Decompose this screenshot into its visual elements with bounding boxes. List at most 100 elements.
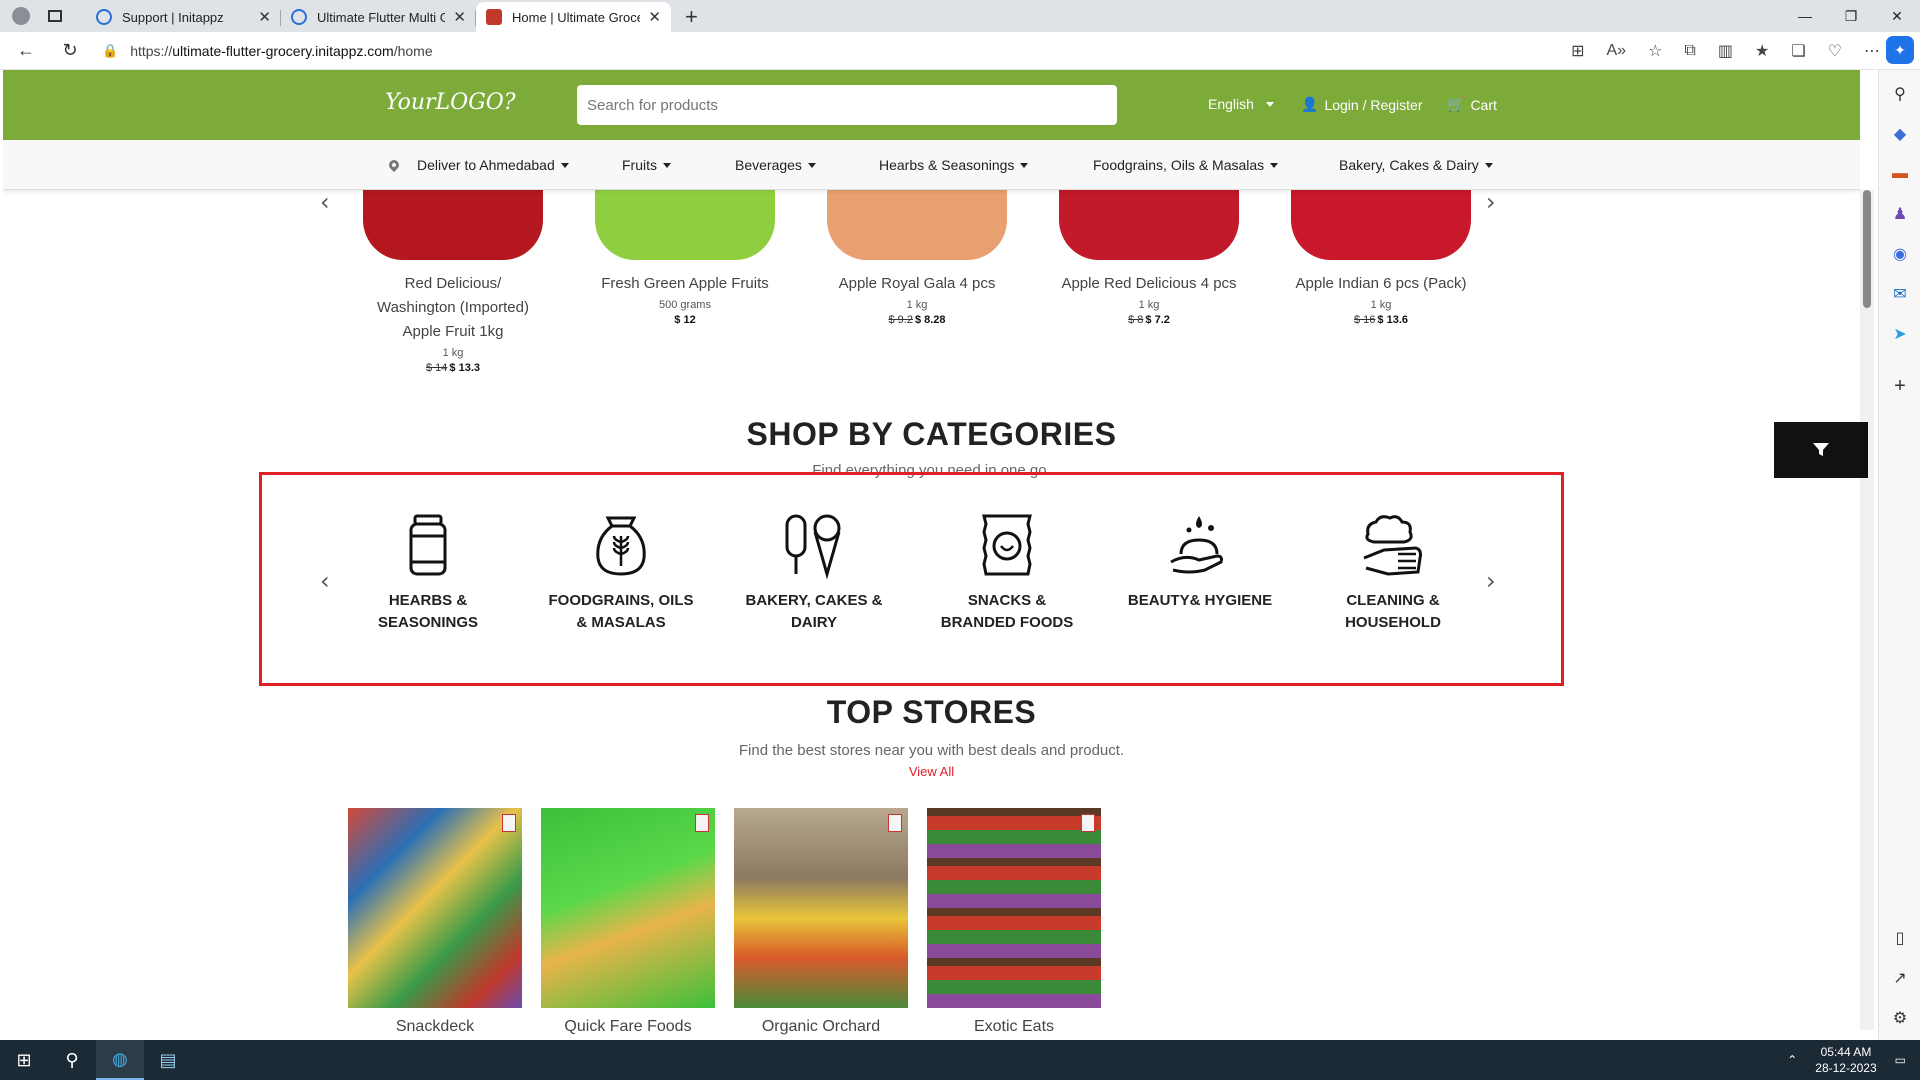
product-card[interactable]: Apple Indian 6 pcs (Pack) 1 kg $ 16 $ 13.… <box>1291 190 1471 326</box>
split-screen-icon[interactable]: ▥ <box>1718 41 1733 61</box>
product-price: $ 9.2 $ 8.28 <box>827 314 1007 326</box>
category-prev-icon[interactable]: ‹ <box>320 567 330 595</box>
read-aloud-icon[interactable]: A» <box>1606 42 1626 60</box>
store-image[interactable] <box>541 808 715 1008</box>
carousel-prev-icon[interactable]: ‹ <box>320 188 330 216</box>
site-logo[interactable]: YourLOGO? <box>385 90 516 115</box>
view-all-stores-link[interactable]: View All <box>3 764 1860 779</box>
restore-icon[interactable]: ❐ <box>1828 0 1874 32</box>
refresh-icon[interactable]: ↻ <box>52 33 88 69</box>
drop-icon[interactable]: ➤ <box>1879 314 1920 354</box>
settings-icon[interactable]: ⚙ <box>1879 998 1920 1038</box>
product-image[interactable] <box>595 190 775 260</box>
category-foodgrains[interactable]: FOODGRAINS, OILS & MASALAS <box>541 510 701 634</box>
product-card[interactable]: Red Delicious/ Washington (Imported) App… <box>363 190 543 374</box>
taskbar-search-icon[interactable]: ⚲ <box>48 1040 96 1080</box>
outlook-icon[interactable]: ✉ <box>1879 274 1920 314</box>
collections-icon[interactable]: ❏ <box>1791 41 1805 61</box>
store-image[interactable] <box>348 808 522 1008</box>
product-name[interactable]: Apple Indian 6 pcs (Pack) <box>1291 272 1471 296</box>
product-search-input[interactable] <box>577 85 1117 125</box>
store-card[interactable]: Quick Fare Foods <box>541 808 715 1036</box>
tab-ultimate-flutter[interactable]: Ultimate Flutter Multi Grocery De ✕ <box>281 2 476 32</box>
scrollbar-thumb[interactable] <box>1863 190 1871 308</box>
edge-taskbar-icon[interactable]: ◍ <box>96 1040 144 1080</box>
nav-beverages[interactable]: Beverages <box>735 140 816 190</box>
tab-close-icon[interactable]: ✕ <box>453 8 466 26</box>
open-external-icon[interactable]: ↗ <box>1879 958 1920 998</box>
sidebar-toggle-icon[interactable]: ▯ <box>1879 918 1920 958</box>
show-hidden-icons-icon[interactable]: ⌃ <box>1787 1053 1797 1067</box>
category-snacks[interactable]: SNACKS & BRANDED FOODS <box>927 510 1087 634</box>
favorite-star-icon[interactable]: ☆ <box>1648 41 1662 61</box>
product-card[interactable]: Apple Red Delicious 4 pcs 1 kg $ 8 $ 7.2 <box>1059 190 1239 326</box>
category-bakery[interactable]: BAKERY, CAKES & DAIRY <box>734 510 894 634</box>
add-sidebar-app-icon[interactable]: + <box>1879 366 1920 406</box>
store-name[interactable]: Snackdeck <box>348 1018 522 1036</box>
tab-close-icon[interactable]: ✕ <box>258 8 271 26</box>
store-name[interactable]: Exotic Eats <box>927 1018 1101 1036</box>
lock-icon[interactable]: 🔒 <box>102 43 118 59</box>
extensions-icon[interactable]: ⧉ <box>1684 42 1695 60</box>
nav-hearbs-seasonings[interactable]: Hearbs & Seasonings <box>879 140 1029 190</box>
profile-icon[interactable] <box>12 7 30 25</box>
notifications-icon[interactable]: ▭ <box>1895 1053 1906 1067</box>
close-window-icon[interactable]: ✕ <box>1874 0 1920 32</box>
copilot-icon[interactable]: ✦ <box>1886 36 1914 64</box>
language-dropdown[interactable]: English <box>1208 96 1274 112</box>
product-image[interactable] <box>1059 190 1239 260</box>
store-card[interactable]: Exotic Eats <box>927 808 1101 1036</box>
product-card[interactable]: Apple Royal Gala 4 pcs 1 kg $ 9.2 $ 8.28 <box>827 190 1007 326</box>
more-menu-icon[interactable]: ⋯ <box>1864 41 1880 61</box>
store-name[interactable]: Organic Orchard <box>734 1018 908 1036</box>
category-cleaning-household[interactable]: CLEANING & HOUSEHOLD <box>1313 510 1473 634</box>
nav-foodgrains[interactable]: Foodgrains, Oils & Masalas <box>1093 140 1279 190</box>
minimize-icon[interactable]: — <box>1782 0 1828 32</box>
tab-title: Home | Ultimate Grocery Flutter <box>512 9 641 25</box>
product-image[interactable] <box>1291 190 1471 260</box>
windows-start-icon[interactable]: ⊞ <box>0 1040 48 1080</box>
store-image[interactable] <box>927 808 1101 1008</box>
store-image[interactable] <box>734 808 908 1008</box>
tab-close-icon[interactable]: ✕ <box>648 8 661 26</box>
microsoft-365-icon[interactable]: ◉ <box>1879 234 1920 274</box>
category-beauty-hygiene[interactable]: BEAUTY& HYGIENE <box>1120 510 1280 612</box>
tab-home-grocery[interactable]: Home | Ultimate Grocery Flutter ✕ <box>476 2 671 32</box>
tab-support[interactable]: Support | Initappz ✕ <box>86 2 281 32</box>
chevron-down-icon <box>560 162 569 168</box>
app-available-icon[interactable]: ⊞ <box>1571 41 1584 61</box>
category-hearbs-seasonings[interactable]: HEARBS & SEASONINGS <box>348 510 508 634</box>
url-field[interactable]: 🔒 https://ultimate-flutter-grocery.inita… <box>102 36 1502 66</box>
product-image[interactable] <box>827 190 1007 260</box>
product-name[interactable]: Red Delicious/ Washington (Imported) App… <box>363 272 543 344</box>
notepad-taskbar-icon[interactable]: ▤ <box>144 1040 192 1080</box>
store-name[interactable]: Quick Fare Foods <box>541 1018 715 1036</box>
browser-essentials-icon[interactable]: ♡ <box>1828 41 1842 61</box>
favorites-icon[interactable]: ★ <box>1755 41 1769 61</box>
page-scrollbar[interactable] <box>1860 190 1874 1030</box>
games-icon[interactable]: ♟ <box>1879 194 1920 234</box>
login-register-link[interactable]: 👤 Login / Register <box>1301 96 1423 113</box>
filter-button[interactable] <box>1774 422 1868 478</box>
store-card[interactable]: Organic Orchard <box>734 808 908 1036</box>
search-icon[interactable]: ⚲ <box>1879 74 1920 114</box>
product-name[interactable]: Apple Red Delicious 4 pcs <box>1059 272 1239 296</box>
back-icon[interactable]: ← <box>8 33 44 69</box>
new-tab-icon[interactable]: + <box>685 2 698 32</box>
product-name[interactable]: Fresh Green Apple Fruits <box>595 272 775 296</box>
product-card[interactable]: Fresh Green Apple Fruits 500 grams $ 12 <box>595 190 775 326</box>
carousel-next-icon[interactable]: › <box>1486 188 1496 216</box>
nav-fruits[interactable]: Fruits <box>622 140 671 190</box>
taskbar-clock[interactable]: 05:44 AM 28-12-2023 <box>1815 1044 1876 1076</box>
tools-icon[interactable]: ▬ <box>1879 154 1920 194</box>
category-next-icon[interactable]: › <box>1486 567 1496 595</box>
product-name[interactable]: Apple Royal Gala 4 pcs <box>827 272 1007 296</box>
product-image[interactable] <box>363 190 543 260</box>
cart-link[interactable]: 🛒 Cart <box>1447 96 1497 113</box>
nav-bakery[interactable]: Bakery, Cakes & Dairy <box>1339 140 1493 190</box>
view-all-label[interactable]: View All <box>909 764 954 779</box>
deliver-location-dropdown[interactable]: Deliver to Ahmedabad <box>386 140 569 190</box>
shopping-tag-icon[interactable]: ◆ <box>1879 114 1920 154</box>
tab-actions-icon[interactable] <box>48 10 62 22</box>
store-card[interactable]: Snackdeck <box>348 808 522 1036</box>
